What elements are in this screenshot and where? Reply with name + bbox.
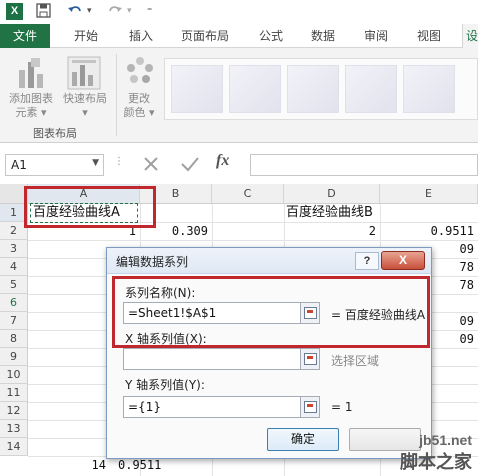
y-values-label: Y 轴系列值(Y): [125,378,205,392]
watermark-site: jb51.net [419,432,472,448]
row-header[interactable]: 8 [0,330,28,348]
tab-data[interactable]: 数据 [311,24,335,48]
row-header[interactable]: 4 [0,258,28,276]
cell-e2[interactable]: 0.9511 [380,222,474,240]
undo-icon[interactable] [67,3,83,20]
ribbon-panel: 添加图表 元素 ▾ 快速布局 ▾ 更改 颜色 ▾ 图表布局 [0,48,478,143]
chart-layouts-group-label: 图表布局 [33,127,77,140]
cancel-icon[interactable] [142,154,160,177]
change-colors-button[interactable]: 更改 颜色 ▾ [116,92,162,120]
x-values-range-picker-icon[interactable] [300,348,320,370]
y-values-result: = 1 [331,400,353,414]
row-header[interactable]: 11 [0,384,28,402]
row-header[interactable]: 9 [0,348,28,366]
excel-logo-icon: X [6,3,23,20]
close-button[interactable]: X [381,251,425,270]
chart-style-thumbnail[interactable] [345,65,397,113]
customize-qat-icon[interactable]: ⁼ [147,3,152,20]
name-box[interactable]: A1 ▼ [5,154,104,176]
column-header-d[interactable]: D [284,184,380,204]
chart-style-thumbnail[interactable] [171,65,223,113]
row-header[interactable]: 7 [0,312,28,330]
change-colors-label-line1: 更改 [128,92,150,105]
column-header-c[interactable]: C [212,184,284,204]
formula-controls: ⋮ fx [108,152,248,177]
cell-a14[interactable]: 14 [28,456,106,474]
insert-function-icon[interactable]: fx [216,152,229,170]
add-chart-element-icon [17,56,47,93]
chart-style-thumbnail[interactable] [229,65,281,113]
quick-layout-button[interactable]: 快速布局 ▾ [58,92,112,120]
help-button[interactable]: ? [355,252,379,270]
row-header[interactable]: 10 [0,366,28,384]
redo-icon[interactable] [107,3,123,20]
title-bar: X ▾ ▾ ⁼ [0,0,478,24]
highlight-box-a1 [24,186,156,228]
row-header[interactable]: 13 [0,420,28,438]
tab-view[interactable]: 视图 [417,24,441,48]
y-values-range-picker-icon[interactable] [300,396,320,418]
quick-layout-label-line2: ▾ [82,106,88,119]
x-values-result: 选择区域 [331,354,380,368]
dialog-title-bar[interactable]: 编辑数据系列 ? X [107,248,431,274]
row-header[interactable]: 6 [0,294,28,312]
redo-dropdown-icon[interactable]: ▾ [127,3,132,20]
add-chart-element-button[interactable]: 添加图表 元素 ▾ [4,92,58,120]
tab-review[interactable]: 审阅 [364,24,388,48]
row-header[interactable]: 3 [0,240,28,258]
tab-page-layout[interactable]: 页面布局 [181,24,229,48]
add-chart-element-label-line2: 元素 ▾ [15,106,47,119]
watermark-name: 脚本之家 [400,452,472,473]
dialog-title: 编辑数据系列 [116,255,189,269]
name-box-dropdown-icon[interactable]: ▼ [92,158,99,168]
tab-home[interactable]: 开始 [74,24,98,48]
y-values-input[interactable]: ={1} [123,396,319,418]
save-icon[interactable] [36,3,51,20]
quick-layout-label-line1: 快速布局 [63,92,107,105]
tab-formulas[interactable]: 公式 [259,24,283,48]
column-header-e[interactable]: E [380,184,478,204]
change-colors-label-line2: 颜色 ▾ [123,106,155,119]
change-colors-icon [125,56,155,89]
row-header[interactable]: 12 [0,402,28,420]
row-header[interactable]: 5 [0,276,28,294]
watermark: jb51.net 脚本之家 [400,432,472,474]
formula-input[interactable] [250,154,478,176]
cell-d1[interactable]: 百度经验曲线B [286,204,380,222]
tab-file[interactable]: 文件 [0,24,50,48]
row-header[interactable]: 14 [0,438,28,456]
tab-design[interactable]: 设 [462,24,478,48]
name-box-value: A1 [11,158,27,172]
ok-button[interactable]: 确定 [267,428,339,451]
highlight-box-series-name [112,276,430,348]
enter-check-icon[interactable] [180,154,200,177]
quick-layout-icon [67,56,101,93]
add-chart-element-label-line1: 添加图表 [9,92,53,105]
tab-insert[interactable]: 插入 [129,24,153,48]
formula-bar: A1 ▼ ⋮ fx [0,150,478,180]
chart-style-thumbnail[interactable] [403,65,455,113]
x-values-input[interactable] [123,348,319,370]
cell-d2[interactable]: 2 [284,222,376,240]
drag-handle-icon[interactable]: ⋮ [114,156,124,167]
chart-styles-gallery[interactable] [164,58,478,120]
ribbon-tab-bar: 文件 开始 插入 页面布局 公式 数据 审阅 视图 设 [0,24,478,48]
chart-style-thumbnail[interactable] [287,65,339,113]
undo-dropdown-icon[interactable]: ▾ [87,3,92,20]
